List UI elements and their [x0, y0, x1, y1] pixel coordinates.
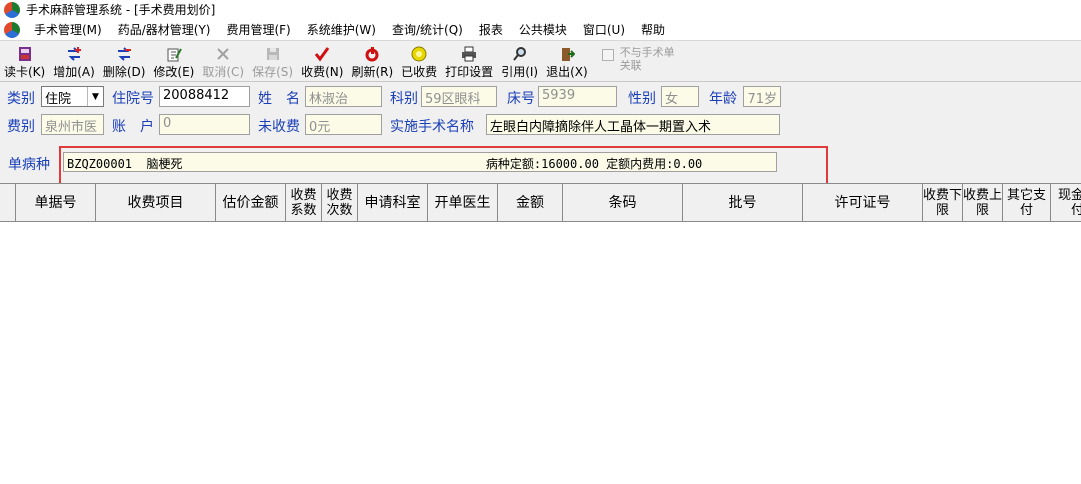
- dept-label: 科别: [390, 91, 418, 107]
- checkbox-label: 不与手术单关联: [619, 46, 675, 72]
- menu-system[interactable]: 系统维护(W): [299, 21, 384, 38]
- col-fee-lower-limit[interactable]: 收费下限: [923, 184, 963, 222]
- exit-button[interactable]: 退出(X): [542, 42, 592, 80]
- refresh-button[interactable]: 刷新(R): [347, 42, 397, 80]
- account-label: 账 户: [112, 119, 154, 135]
- dept-field[interactable]: 59区眼科: [421, 86, 497, 107]
- exit-icon: [558, 45, 576, 62]
- name-label: 姓 名: [258, 91, 300, 107]
- toolbar: 读卡(K) 增加(A) 删除(D) 修改(E) 取消(C) 保存(S) 收费(N…: [0, 42, 1081, 82]
- cancel-icon: [214, 45, 232, 62]
- chevron-down-icon: ▼: [87, 87, 103, 106]
- fee-type-field[interactable]: 泉州市医: [41, 114, 104, 135]
- col-ordering-doctor[interactable]: 开单医生: [428, 184, 498, 222]
- unpaid-field[interactable]: 0元: [305, 114, 382, 135]
- col-fee-count[interactable]: 收费次数: [322, 184, 358, 222]
- col-other-payment[interactable]: 其它支付: [1003, 184, 1051, 222]
- app-logo-icon: [4, 1, 20, 18]
- bed-label: 床号: [507, 91, 535, 107]
- col-batch-no[interactable]: 批号: [683, 184, 803, 222]
- single-disease-field[interactable]: BZQZ00001 脑梗死 病种定额:16000.00 定额内费用:0.00: [63, 152, 777, 172]
- patient-info-row-1: 类别 住院 ▼ 住院号 20088412 姓 名 林淑治 科别 59区眼科 床号…: [0, 84, 1081, 108]
- delete-icon: [115, 45, 133, 62]
- col-fee-upper-limit[interactable]: 收费上限: [963, 184, 1003, 222]
- menu-help[interactable]: 帮助: [633, 21, 673, 38]
- col-amount[interactable]: 金额: [498, 184, 563, 222]
- col-estimated-amount[interactable]: 估价金额: [216, 184, 286, 222]
- search-icon: [511, 45, 529, 62]
- unpaid-label: 未收费: [258, 119, 300, 135]
- charged-button[interactable]: 已收费: [397, 42, 441, 80]
- surgery-name-label: 实施手术名称: [390, 119, 474, 135]
- bed-field[interactable]: 5939: [538, 86, 617, 107]
- menu-drugs[interactable]: 药品/器材管理(Y): [110, 21, 219, 38]
- edit-button[interactable]: 修改(E): [149, 42, 198, 80]
- save-button[interactable]: 保存(S): [248, 42, 297, 80]
- menu-fees[interactable]: 费用管理(F): [218, 21, 298, 38]
- col-fee-coefficient[interactable]: 收费系数: [286, 184, 322, 222]
- checkmark-icon: [313, 45, 331, 62]
- menu-common[interactable]: 公共模块: [511, 21, 575, 38]
- refresh-icon: [363, 45, 381, 62]
- menu-bar: 手术管理(M) 药品/器材管理(Y) 费用管理(F) 系统维护(W) 查询/统计…: [0, 19, 1081, 41]
- account-field[interactable]: 0: [159, 114, 250, 135]
- window-title: 手术麻醉管理系统 - [手术费用划价]: [26, 3, 216, 17]
- fee-items-grid[interactable]: 单据号 收费项目 估价金额 收费系数 收费次数 申请科室 开单医生 金额 条码 …: [0, 183, 1081, 484]
- fee-type-label: 费别: [7, 119, 35, 135]
- gender-label: 性别: [628, 91, 656, 107]
- coin-icon: [410, 45, 428, 62]
- col-fee-item[interactable]: 收费项目: [96, 184, 216, 222]
- edit-icon: [165, 45, 183, 62]
- unlink-surgery-checkbox[interactable]: 不与手术单关联: [601, 46, 684, 72]
- menu-surgery[interactable]: 手术管理(M): [26, 21, 110, 38]
- age-field[interactable]: 71岁: [743, 86, 781, 107]
- save-icon: [264, 45, 282, 62]
- card-reader-icon: [16, 45, 34, 62]
- charge-button[interactable]: 收费(N): [297, 42, 347, 80]
- cancel-button[interactable]: 取消(C): [198, 42, 248, 80]
- age-label: 年龄: [709, 91, 737, 107]
- app-menu-icon[interactable]: [4, 21, 20, 38]
- add-icon: [65, 45, 83, 62]
- col-barcode[interactable]: 条码: [563, 184, 683, 222]
- single-disease-label: 单病种: [8, 157, 50, 173]
- category-label: 类别: [7, 91, 35, 107]
- menu-query[interactable]: 查询/统计(Q): [384, 21, 471, 38]
- print-settings-button[interactable]: 打印设置: [441, 42, 497, 80]
- grid-header: 单据号 收费项目 估价金额 收费系数 收费次数 申请科室 开单医生 金额 条码 …: [0, 184, 1081, 222]
- inpatient-no-label: 住院号: [112, 91, 154, 107]
- reference-button[interactable]: 引用(I): [497, 42, 542, 80]
- read-card-button[interactable]: 读卡(K): [0, 42, 49, 80]
- col-doc-no[interactable]: 单据号: [16, 184, 96, 222]
- inpatient-no-field[interactable]: 20088412: [159, 86, 250, 107]
- row-indicator-header: [0, 184, 16, 222]
- add-button[interactable]: 增加(A): [49, 42, 99, 80]
- printer-icon: [460, 45, 478, 62]
- title-bar: 手术麻醉管理系统 - [手术费用划价]: [0, 0, 1081, 19]
- menu-reports[interactable]: 报表: [471, 21, 511, 38]
- name-field[interactable]: 林淑治: [305, 86, 382, 107]
- col-license-no[interactable]: 许可证号: [803, 184, 923, 222]
- checkbox-box[interactable]: [601, 49, 614, 61]
- category-select[interactable]: 住院 ▼: [41, 86, 104, 107]
- gender-field[interactable]: 女: [661, 86, 699, 107]
- col-cash-payment[interactable]: 现金支付: [1051, 184, 1081, 222]
- surgery-name-field[interactable]: 左眼白内障摘除伴人工晶体一期置入术: [486, 114, 780, 135]
- menu-window[interactable]: 窗口(U): [575, 21, 633, 38]
- col-requesting-dept[interactable]: 申请科室: [358, 184, 428, 222]
- patient-info-row-2: 费别 泉州市医 账 户 0 未收费 0元 实施手术名称 左眼白内障摘除伴人工晶体…: [0, 112, 1081, 136]
- delete-button[interactable]: 删除(D): [99, 42, 150, 80]
